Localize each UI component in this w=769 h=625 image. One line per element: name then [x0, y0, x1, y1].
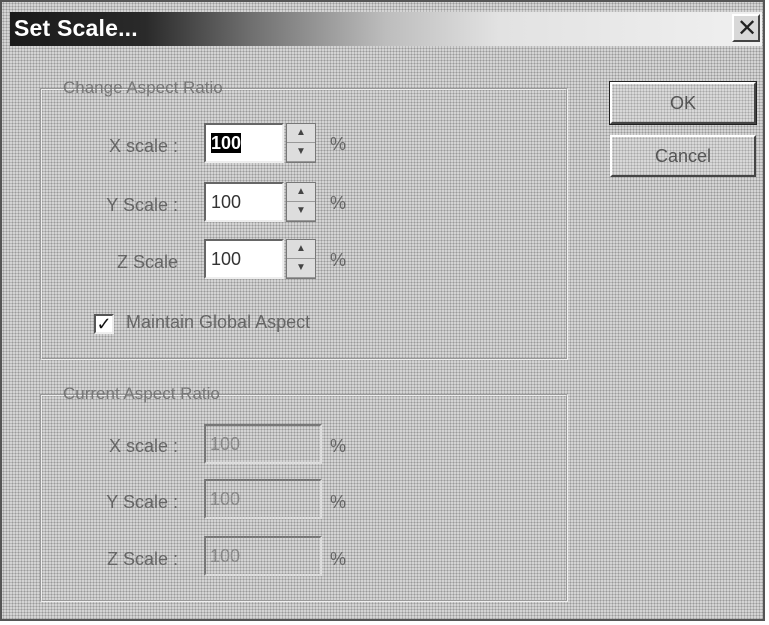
window-title: Set Scale...	[14, 15, 138, 41]
current-x-scale-value: 100	[204, 424, 322, 464]
maintain-global-aspect-label[interactable]: Maintain Global Aspect	[126, 312, 310, 333]
current-aspect-ratio-legend: Current Aspect Ratio	[63, 384, 220, 403]
current-y-scale-value: 100	[204, 479, 322, 519]
change-aspect-ratio-legend: Change Aspect Ratio	[63, 78, 223, 97]
change-x-unit: %	[330, 134, 347, 154]
current-z-scale-value: 100	[204, 536, 322, 576]
current-x-scale-label: X scale :	[108, 436, 178, 456]
change-x-scale-input[interactable]: 100	[204, 123, 284, 163]
y-scale-spinner[interactable]: ▲ ▼	[286, 182, 316, 222]
title-bar[interactable]: Set Scale... ✕	[10, 12, 762, 46]
spin-down-icon[interactable]: ▼	[287, 202, 315, 221]
checkmark-icon: ✓	[96, 314, 112, 334]
z-scale-spinner[interactable]: ▲ ▼	[286, 239, 316, 279]
change-x-scale-label: X scale :	[108, 136, 178, 156]
spin-down-icon[interactable]: ▼	[287, 143, 315, 162]
current-y-scale-label: Y Scale :	[106, 492, 178, 512]
spin-up-icon[interactable]: ▲	[287, 124, 315, 143]
close-icon: ✕	[737, 15, 758, 42]
change-y-unit: %	[330, 193, 347, 213]
maintain-global-aspect-checkbox[interactable]: ✓	[94, 314, 114, 334]
ok-button[interactable]: OK	[609, 81, 757, 125]
change-y-scale-label: Y Scale :	[106, 195, 178, 215]
spin-up-icon[interactable]: ▲	[287, 240, 315, 259]
x-scale-spinner[interactable]: ▲ ▼	[286, 123, 316, 163]
change-z-scale-label: Z Scale	[116, 252, 178, 272]
current-x-unit: %	[330, 436, 347, 456]
spin-up-icon[interactable]: ▲	[287, 183, 315, 202]
cancel-button[interactable]: Cancel	[610, 135, 756, 177]
current-y-unit: %	[330, 492, 347, 512]
set-scale-dialog: Set Scale... ✕ OK Cancel Change Aspect R…	[0, 0, 765, 621]
current-z-scale-label: Z Scale :	[106, 549, 178, 569]
change-z-scale-input[interactable]: 100	[204, 239, 284, 279]
current-z-unit: %	[330, 549, 347, 569]
spin-down-icon[interactable]: ▼	[287, 259, 315, 278]
change-z-unit: %	[330, 250, 347, 270]
change-y-scale-input[interactable]: 100	[204, 182, 284, 222]
close-button[interactable]: ✕	[732, 14, 760, 42]
